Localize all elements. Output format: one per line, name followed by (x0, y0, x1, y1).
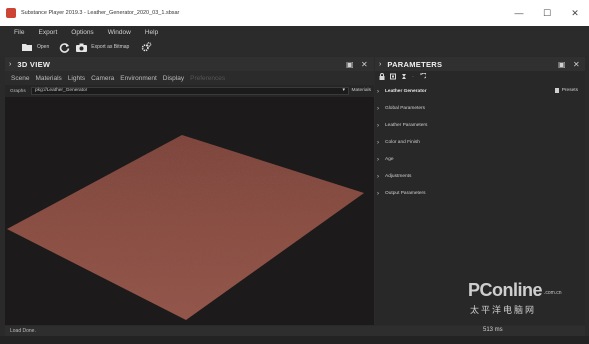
section-age[interactable]: › Age (375, 151, 585, 168)
3d-view-panel: › 3D VIEW ▣ ✕ Scene Materials Lights Cam… (5, 57, 374, 325)
graph-select[interactable]: pkg://Leather_Generator ▾ (31, 87, 349, 95)
pconline-watermark: PConline .com.cn 太平洋电脑网 (466, 280, 586, 320)
3d-view-header: › 3D VIEW ▣ ✕ (5, 57, 374, 71)
menu-window[interactable]: Window (108, 29, 131, 36)
close-window-button[interactable]: ✕ (561, 0, 589, 26)
3d-viewport[interactable] (5, 97, 374, 325)
tab-environment[interactable]: Environment (120, 75, 157, 82)
section-label: Leather Parameters (385, 123, 428, 128)
section-leather-parameters[interactable]: › Leather Parameters (375, 117, 585, 134)
tab-scene[interactable]: Scene (11, 75, 29, 82)
window-title: Substance Player 2019.3 - Leather_Genera… (21, 10, 180, 16)
parameters-toolbar: · (375, 71, 585, 83)
open-label: Open (37, 44, 50, 50)
section-label: Output Parameters (385, 191, 426, 196)
menu-bar: File Export Options Window Help (0, 26, 589, 38)
status-bar: Load Done. 513 ms (5, 326, 585, 336)
dropdown-arrow-icon: ▾ (342, 87, 345, 93)
presets-label: Presets (561, 88, 578, 93)
parameters-title: PARAMETERS (387, 59, 443, 69)
camera-icon (76, 42, 88, 53)
window-controls: — ☐ ✕ (505, 0, 589, 26)
section-label: Age (385, 157, 394, 162)
pin-icon[interactable] (390, 73, 396, 82)
section-label: Leather Generator (385, 89, 427, 94)
3d-view-title: 3D VIEW (17, 59, 51, 69)
graph-select-value: pkg://Leather_Generator (35, 88, 88, 93)
chevron-right-icon: › (377, 122, 379, 129)
tab-display[interactable]: Display (163, 75, 184, 82)
folder-icon (22, 42, 33, 53)
tab-materials[interactable]: Materials (35, 75, 61, 82)
maximize-button[interactable]: ☐ (533, 0, 561, 26)
section-leather-generator[interactable]: › Leather Generator Presets (375, 83, 585, 100)
tab-preferences[interactable]: Preferences (190, 75, 225, 82)
tab-lights[interactable]: Lights (68, 75, 85, 82)
close-panel-icon[interactable]: ✕ (361, 57, 368, 71)
menu-help[interactable]: Help (145, 29, 158, 36)
document-icon (554, 88, 559, 93)
random-icon[interactable]: · (412, 74, 414, 80)
chevron-right-icon: › (377, 105, 379, 112)
section-label: Adjustments (385, 174, 412, 179)
title-bar: Substance Player 2019.3 - Leather_Genera… (0, 0, 589, 26)
section-label: Global Parameters (385, 106, 425, 111)
close-panel-icon[interactable]: ✕ (573, 57, 580, 71)
render-time: 513 ms (483, 327, 503, 333)
app-icon (6, 8, 16, 18)
watermark-brand: PConline (468, 280, 543, 300)
3d-view-tabs: Scene Materials Lights Camera Environmen… (5, 71, 374, 85)
section-color-and-finish[interactable]: › Color and Finish (375, 134, 585, 151)
section-output-parameters[interactable]: › Output Parameters (375, 185, 585, 202)
chevron-right-icon: › (377, 156, 379, 163)
refresh-icon (59, 42, 70, 53)
reset-icon[interactable] (401, 73, 407, 82)
menu-options[interactable]: Options (71, 29, 93, 36)
batch-settings-button[interactable] (141, 42, 152, 53)
chevron-right-icon: › (377, 88, 379, 95)
menu-file[interactable]: File (14, 29, 24, 36)
leather-plane (7, 135, 364, 320)
gears-icon (141, 42, 152, 53)
graphs-row: Graphs pkg://Leather_Generator ▾ Materia… (5, 85, 374, 97)
section-label: Color and Finish (385, 140, 420, 145)
collapse-chevron-icon[interactable]: › (9, 61, 11, 68)
tab-camera[interactable]: Camera (91, 75, 114, 82)
minimize-button[interactable]: — (505, 0, 533, 26)
bottom-strip (0, 336, 589, 344)
menu-export[interactable]: Export (38, 29, 57, 36)
graphs-label: Graphs (10, 88, 26, 94)
chevron-right-icon: › (377, 173, 379, 180)
watermark-chinese: 太平洋电脑网 (470, 305, 537, 315)
chevron-right-icon: › (377, 190, 379, 197)
materials-label[interactable]: Materials (352, 88, 371, 93)
toolbar: Open Export as Bitmap (0, 38, 589, 56)
undock-icon[interactable]: ▣ (346, 57, 354, 71)
export-bitmap-button[interactable]: Export as Bitmap (76, 42, 129, 53)
presets-button[interactable]: Presets (554, 88, 578, 93)
undo-icon[interactable] (419, 72, 427, 82)
collapse-chevron-icon[interactable]: › (379, 61, 381, 68)
section-global-parameters[interactable]: › Global Parameters (375, 100, 585, 117)
undock-icon[interactable]: ▣ (558, 57, 566, 71)
open-button[interactable]: Open (22, 42, 49, 53)
status-text: Load Done. (10, 328, 36, 334)
export-label: Export as Bitmap (91, 44, 130, 50)
section-adjustments[interactable]: › Adjustments (375, 168, 585, 185)
chevron-right-icon: › (377, 139, 379, 146)
lock-icon[interactable] (379, 72, 385, 82)
reload-button[interactable] (59, 42, 70, 53)
watermark-domain: .com.cn (544, 290, 562, 296)
parameters-header: › PARAMETERS ▣ ✕ (375, 57, 585, 71)
